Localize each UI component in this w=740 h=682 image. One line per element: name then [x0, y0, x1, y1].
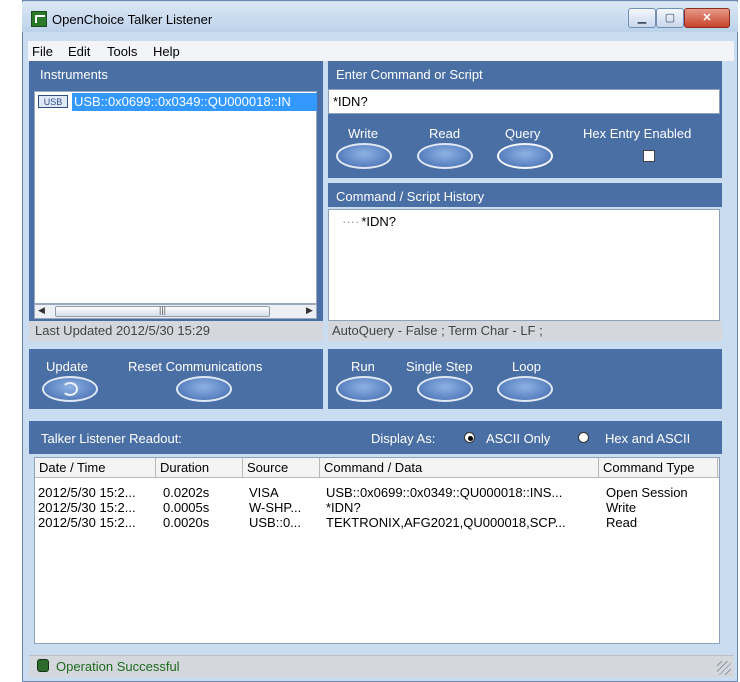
refresh-icon — [62, 382, 78, 396]
close-button[interactable]: ✕ — [684, 8, 730, 28]
autoquery-status: AutoQuery - False ; Term Char - LF ; — [328, 321, 722, 341]
table-cell: *IDN? — [326, 500, 361, 515]
query-label: Query — [505, 126, 541, 141]
col-date-time[interactable]: Date / Time — [35, 458, 156, 478]
scroll-left-icon[interactable]: ◀ — [38, 305, 45, 316]
table-cell: Read — [606, 515, 638, 530]
history-label: Command / Script History — [336, 189, 485, 204]
table-cell: 0.0005s — [163, 500, 210, 515]
status-icon — [37, 659, 49, 672]
table-cell: W-SHP... — [249, 500, 302, 515]
usb-icon: USB — [38, 95, 68, 108]
table-cell: 2012/5/30 15:2... — [38, 500, 136, 515]
history-item[interactable]: ···· *IDN? — [342, 214, 396, 229]
readout-label: Talker Listener Readout: — [41, 431, 182, 446]
menu-tools[interactable]: Tools — [107, 44, 137, 59]
table-cell: 2012/5/30 15:2... — [38, 485, 136, 500]
scrollbar-thumb[interactable]: ||| — [55, 306, 270, 317]
update-label: Update — [46, 359, 88, 374]
table-cell: 2012/5/30 15:2... — [38, 515, 136, 530]
col-duration[interactable]: Duration — [156, 458, 243, 478]
table-cell: VISA — [249, 485, 279, 500]
reset-communications-button[interactable] — [176, 376, 232, 402]
hex-entry-checkbox[interactable] — [643, 150, 655, 162]
single-step-label: Single Step — [406, 359, 473, 374]
menu-edit[interactable]: Edit — [68, 44, 90, 59]
instruments-label: Instruments — [40, 67, 108, 82]
reset-label: Reset Communications — [128, 359, 263, 374]
query-button[interactable] — [497, 143, 553, 169]
table-cell: Open Session — [606, 485, 688, 500]
col-command-data[interactable]: Command / Data — [320, 458, 599, 478]
status-text: Operation Successful — [56, 659, 180, 674]
menu-file[interactable]: File — [32, 44, 53, 59]
tree-connector-icon: ···· — [342, 214, 360, 229]
window-title: OpenChoice Talker Listener — [52, 12, 213, 27]
hex-entry-label: Hex Entry Enabled — [583, 126, 692, 141]
write-button[interactable] — [336, 143, 392, 169]
col-command-type[interactable]: Command Type — [599, 458, 718, 478]
table-cell: USB::0... — [249, 515, 302, 530]
scroll-right-icon[interactable]: ▶ — [306, 305, 313, 316]
read-button[interactable] — [417, 143, 473, 169]
col-source[interactable]: Source — [243, 458, 320, 478]
ascii-only-radio[interactable] — [464, 432, 475, 443]
minimize-button[interactable]: ▁ — [628, 8, 656, 28]
command-label: Enter Command or Script — [336, 67, 483, 82]
instrument-item[interactable]: USB::0x0699::0x0349::QU000018::IN — [72, 93, 317, 111]
hex-ascii-radio[interactable] — [578, 432, 589, 443]
read-label: Read — [429, 126, 461, 141]
single-step-button[interactable] — [417, 376, 473, 402]
run-label: Run — [351, 359, 375, 374]
command-input[interactable] — [328, 89, 720, 114]
loop-button[interactable] — [497, 376, 553, 402]
maximize-button[interactable]: ▢ — [656, 8, 684, 28]
display-as-label: Display As: — [371, 431, 436, 446]
table-cell: 0.0020s — [163, 515, 210, 530]
run-button[interactable] — [336, 376, 392, 402]
write-label: Write — [348, 126, 379, 141]
loop-label: Loop — [512, 359, 541, 374]
last-updated-text: Last Updated 2012/5/30 15:29 — [29, 321, 323, 341]
table-cell: 0.0202s — [163, 485, 210, 500]
instruments-list[interactable] — [34, 91, 317, 304]
resize-grip-icon[interactable] — [717, 661, 731, 675]
table-cell: USB::0x0699::0x0349::QU000018::INS... — [326, 485, 563, 500]
hex-ascii-label[interactable]: Hex and ASCII — [605, 431, 690, 446]
table-cell: TEKTRONIX,AFG2021,QU000018,SCP... — [326, 515, 566, 530]
app-icon — [31, 11, 47, 27]
menu-help[interactable]: Help — [153, 44, 180, 59]
ascii-only-label[interactable]: ASCII Only — [486, 431, 550, 446]
table-cell: Write — [606, 500, 637, 515]
